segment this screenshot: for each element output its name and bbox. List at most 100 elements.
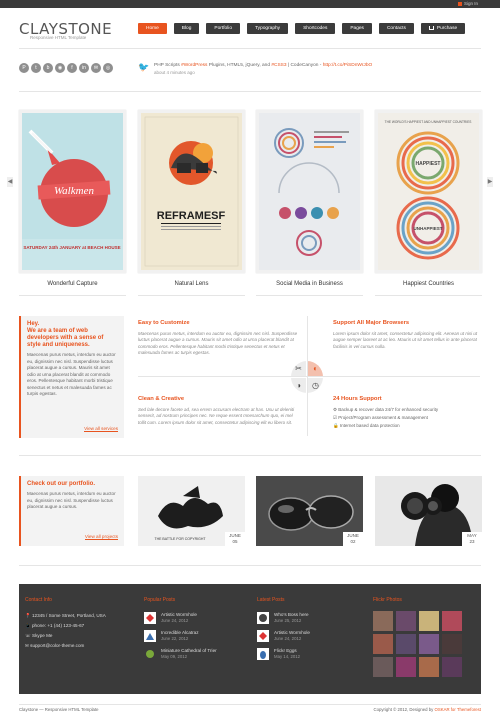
feature-support: 24 Hours Support ⚙ Backup & recover data… <box>333 396 481 430</box>
about-heading: Hey. We are a team of web developers with… <box>27 321 104 348</box>
post-item[interactable]: Miniature Cathedral of Trier May 09, 2012 <box>144 648 249 660</box>
nav-contacts[interactable]: Contacts <box>378 23 414 34</box>
nav-portfolio[interactable]: Portfolio <box>206 23 241 34</box>
view-all-services-link[interactable]: View all services <box>84 426 118 432</box>
hashtag-link[interactable]: #CSS3 <box>271 63 286 68</box>
lock-icon <box>457 1 462 6</box>
support-list: ⚙ Backup & recover data 24/7 for enhance… <box>333 406 481 430</box>
portfolio-item-camera[interactable]: MAY 23 <box>375 476 482 546</box>
post-thumb <box>257 612 269 624</box>
email-link[interactable]: ✉ support@color-theme.com <box>25 643 135 649</box>
nav-home[interactable]: Home <box>138 23 167 34</box>
flickr-photo[interactable] <box>396 657 416 677</box>
post-item[interactable]: Artistic Wormhole June 24, 2012 <box>257 630 362 642</box>
flickr-photo[interactable] <box>419 634 439 654</box>
flickr-photo[interactable] <box>396 634 416 654</box>
slider-prev-button[interactable]: ◀ <box>7 177 13 187</box>
feature-customize: Easy to Customize Maecenas purus metus, … <box>138 320 298 356</box>
nav-shortcodes[interactable]: Shortcodes <box>295 23 336 34</box>
post-item[interactable]: Artistic Wormhole June 24, 2012 <box>144 612 249 624</box>
flickr-photo[interactable] <box>419 657 439 677</box>
clock-icon[interactable]: ◷ <box>308 378 323 393</box>
mail-icon[interactable]: ✉ <box>91 63 101 73</box>
nav-blog[interactable]: Blog <box>173 23 200 34</box>
poster-caption[interactable]: Happiest Countries <box>375 281 482 287</box>
flickr-photo[interactable] <box>419 611 439 631</box>
feature-body: Sed lale decore facete ad, sea errem acc… <box>138 407 295 425</box>
portfolio-item-sunglasses[interactable]: JUNE 02 <box>256 476 363 546</box>
sign-in-link[interactable]: Sign In <box>457 0 478 8</box>
feature-clean: Clean & Creative Sed lale decore facete … <box>138 396 298 426</box>
poster-walkmen[interactable]: Walkmen SATURDAY 24th JANUARY at BEACH H… <box>19 110 126 273</box>
post-item[interactable]: Flickr Eggs May 14, 2012 <box>257 648 362 660</box>
feature-browsers: Support All Major Browsers Lorem ipsum d… <box>333 320 481 350</box>
divider <box>19 91 481 92</box>
skype-link[interactable]: ☏ Skype Me <box>25 633 135 639</box>
feature-title: Support All Major Browsers <box>333 320 410 326</box>
flickr-photo[interactable] <box>373 611 393 631</box>
palette-icon[interactable]: ◑ <box>291 378 306 393</box>
nav-pages[interactable]: Pages <box>342 23 372 34</box>
divider <box>19 295 126 296</box>
tools-icon[interactable]: ✂ <box>291 361 306 376</box>
flickr-photo[interactable] <box>442 634 462 654</box>
poster-social-media-art <box>259 113 360 270</box>
flickr-photo[interactable] <box>442 611 462 631</box>
svg-text:HAPPIEST: HAPPIEST <box>415 161 440 167</box>
main-nav: Home Blog Portfolio Typography Shortcode… <box>138 23 466 34</box>
dribbble-icon[interactable]: ◉ <box>55 63 65 73</box>
list-item: 🔒 Internet based data protection <box>333 423 400 428</box>
post-thumb <box>144 612 156 624</box>
post-thumb <box>144 648 156 660</box>
flickr-photo[interactable] <box>396 611 416 631</box>
date-badge: JUNE 05 <box>225 532 245 546</box>
phone: 📱 phone: +1 (44) 123-45-67 <box>25 623 85 628</box>
portfolio-item-copyright[interactable]: THE BATTLE FOR COPYRIGHT JUNE 05 <box>138 476 245 546</box>
rss-icon[interactable]: ◎ <box>103 63 113 73</box>
list-item: ☑ Project/Program assessment & managemen… <box>333 415 428 420</box>
slider-next-button[interactable]: ▶ <box>487 177 493 187</box>
twitter-icon[interactable]: t <box>31 63 41 73</box>
browser-icon[interactable]: ◐ <box>308 361 323 376</box>
view-all-projects-link[interactable]: View all projects <box>84 534 118 540</box>
flickr-photo[interactable] <box>442 657 462 677</box>
feature-title: Easy to Customize <box>138 320 190 326</box>
svg-text:THE WORLD'S HAPPIEST AND UNHAP: THE WORLD'S HAPPIEST AND UNHAPPIEST COUN… <box>385 120 472 124</box>
poster-social-media[interactable] <box>256 110 363 273</box>
flickr-photo[interactable] <box>373 657 393 677</box>
address: 📍 12345 / Some Street, Portland, USA <box>25 613 106 618</box>
designer-link[interactable]: OSKAR <box>435 707 450 712</box>
linkedin-icon[interactable]: in <box>79 63 89 73</box>
footer-contact-title: Contact Info <box>25 597 52 603</box>
portfolio-heading: Check out our portfolio. <box>27 481 95 487</box>
purchase-button[interactable]: Purchase <box>420 23 466 34</box>
blogger-icon[interactable]: b <box>43 63 53 73</box>
cart-icon <box>428 25 434 30</box>
post-thumb <box>257 648 269 660</box>
bottom-bar: Claystone — Responsive HTML Template Cop… <box>19 704 481 714</box>
nav-typography[interactable]: Typography <box>247 23 289 34</box>
twitter-bird-icon: 🐦 <box>138 62 150 72</box>
footer-flickr-title: Flickr Photos <box>373 597 402 603</box>
latest-tweet: PHP Scripts #WordPress Plugins, HTML5, j… <box>154 63 373 68</box>
post-item[interactable]: Who's Boss here June 25, 2012 <box>257 612 362 624</box>
poster-happiest-countries[interactable]: THE WORLD'S HAPPIEST AND UNHAPPIEST COUN… <box>375 110 482 273</box>
facebook-icon[interactable]: f <box>67 63 77 73</box>
themeforest-link[interactable]: for Themeforest <box>450 707 481 712</box>
divider <box>19 565 481 566</box>
poster-caption[interactable]: Social Media in Business <box>256 281 363 287</box>
pinterest-icon[interactable]: P <box>19 63 29 73</box>
tweet-link[interactable]: http://t.co/PiSDnWrJbO <box>323 63 373 68</box>
post-item[interactable]: Incredible Alcatraz June 22, 2012 <box>144 630 249 642</box>
hashtag-link[interactable]: #WordPress <box>181 63 207 68</box>
poster-reframesf-art: REFRAMESF <box>141 113 242 270</box>
feature-selector: ✂ ◐ ◑ ◷ <box>291 361 323 393</box>
poster-reframesf[interactable]: REFRAMESF <box>138 110 245 273</box>
footer-popular-title: Popular Posts <box>144 597 176 603</box>
flickr-photo[interactable] <box>373 634 393 654</box>
poster-caption[interactable]: Natural Lens <box>138 281 245 287</box>
post-thumb <box>257 630 269 642</box>
divider <box>19 48 481 49</box>
about-box: Hey. We are a team of web developers with… <box>19 316 124 438</box>
poster-caption[interactable]: Wonderful Capture <box>19 281 126 287</box>
